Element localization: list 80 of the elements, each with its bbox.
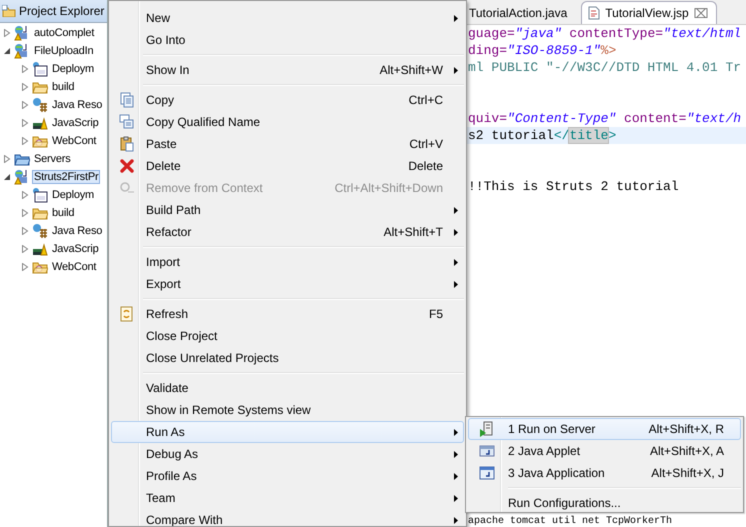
expand-arrow-icon[interactable] <box>21 65 29 73</box>
tree-item[interactable]: Servers <box>33 153 72 165</box>
tree-item[interactable]: Deploym <box>51 189 96 201</box>
collapse-arrow-icon[interactable] <box>3 173 11 181</box>
tree-item[interactable]: autoComplet <box>33 27 96 39</box>
expand-arrow-icon[interactable] <box>3 155 11 163</box>
paste-icon <box>119 136 135 152</box>
tree-item[interactable]: build <box>51 207 76 219</box>
menu-item[interactable]: Show In Alt+Shift+W <box>111 59 464 81</box>
tree-item[interactable]: Struts2FirstPr <box>32 170 100 184</box>
tree-item[interactable]: build <box>51 81 76 93</box>
code-line: ml PUBLIC "-//W3C//DTD HTML 4.01 Tr <box>467 59 742 76</box>
menu-item[interactable]: Refactor Alt+Shift+T <box>111 221 464 243</box>
menu-item[interactable]: Build Path <box>111 199 464 221</box>
menu-item[interactable]: Close Project <box>111 325 464 347</box>
menu-item[interactable]: 2 Java Applet Alt+Shift+X, A <box>468 440 741 462</box>
menu-item[interactable]: Export <box>111 273 464 295</box>
file-icon <box>588 6 600 20</box>
tree-item[interactable]: Java Reso <box>51 225 104 237</box>
code-line: quiv="Content-Type" content="text/h <box>467 110 742 127</box>
applet-icon <box>478 443 494 459</box>
editor-tab[interactable]: TutorialAction.java <box>466 1 576 24</box>
tree-item[interactable]: Deploym <box>51 63 96 75</box>
delete-icon <box>119 158 135 174</box>
console-line: apache tomcat util net TcpWorkerTh <box>467 516 674 527</box>
folder-icon <box>2 5 16 17</box>
menu-item[interactable]: Debug As <box>111 443 464 465</box>
code-line: ding="ISO-8859-1"%> <box>467 42 618 59</box>
code-line: guage="java" contentType="text/html <box>467 25 742 42</box>
menu-item[interactable]: Profile As <box>111 465 464 487</box>
copy-icon <box>119 114 135 130</box>
expand-arrow-icon[interactable] <box>21 83 29 91</box>
close-icon[interactable]: ⌧ <box>694 6 709 20</box>
application-icon <box>478 465 494 481</box>
menu-item[interactable]: Copy Qualified Name <box>111 111 464 133</box>
refresh-icon <box>119 306 135 322</box>
editor-tab[interactable]: TutorialView.jsp ⌧ <box>581 1 717 24</box>
menu-item[interactable]: New <box>111 7 464 29</box>
tree-item[interactable]: JavaScrip <box>51 117 100 129</box>
menu-item[interactable]: 3 Java Application Alt+Shift+X, J <box>468 462 741 484</box>
menu-item[interactable]: Go Into <box>111 29 464 51</box>
menu-item[interactable]: 1 Run on Server Alt+Shift+X, R <box>468 418 741 440</box>
menu-item[interactable]: Validate <box>111 377 464 399</box>
script-icon <box>32 115 48 131</box>
expand-arrow-icon[interactable] <box>21 245 29 253</box>
menu-item[interactable]: Copy Ctrl+C <box>111 89 464 111</box>
menu-item[interactable]: Show in Remote Systems view <box>111 399 464 421</box>
copy-icon <box>119 92 135 108</box>
collapse-arrow-icon[interactable] <box>3 47 11 55</box>
resources-icon <box>32 97 48 113</box>
expand-arrow-icon[interactable] <box>21 191 29 199</box>
script-icon <box>32 241 48 257</box>
tree-item[interactable]: WebCont <box>51 261 98 273</box>
expand-arrow-icon[interactable] <box>21 227 29 235</box>
resources-icon <box>32 223 48 239</box>
expand-arrow-icon[interactable] <box>21 209 29 217</box>
expand-arrow-icon[interactable] <box>3 29 11 37</box>
expand-arrow-icon[interactable] <box>21 137 29 145</box>
menu-item[interactable]: Delete Delete <box>111 155 464 177</box>
expand-arrow-icon[interactable] <box>21 101 29 109</box>
tree-item[interactable]: JavaScrip <box>51 243 100 255</box>
menu-item[interactable]: Run As <box>111 421 464 443</box>
project-icon <box>14 43 30 59</box>
run-server-icon <box>478 421 494 437</box>
menu-item[interactable]: Import <box>111 251 464 273</box>
expand-arrow-icon[interactable] <box>21 263 29 271</box>
menu-item[interactable]: Team <box>111 487 464 509</box>
menu-item[interactable]: Run Configurations... <box>468 492 741 512</box>
descriptor-icon <box>32 61 48 77</box>
tree-item[interactable]: FileUploadIn <box>33 45 94 57</box>
menu-item[interactable]: Close Unrelated Projects <box>111 347 464 369</box>
project-icon <box>14 25 30 41</box>
project-icon <box>14 169 30 185</box>
menu-item[interactable]: Paste Ctrl+V <box>111 133 464 155</box>
descriptor-icon <box>32 187 48 203</box>
menu-item[interactable]: Refresh F5 <box>111 303 464 325</box>
tree-item[interactable]: WebCont <box>51 135 98 147</box>
expand-arrow-icon[interactable] <box>21 119 29 127</box>
code-line: !!This is Struts 2 tutorial <box>467 178 680 195</box>
tree-item[interactable]: Java Reso <box>51 99 104 111</box>
